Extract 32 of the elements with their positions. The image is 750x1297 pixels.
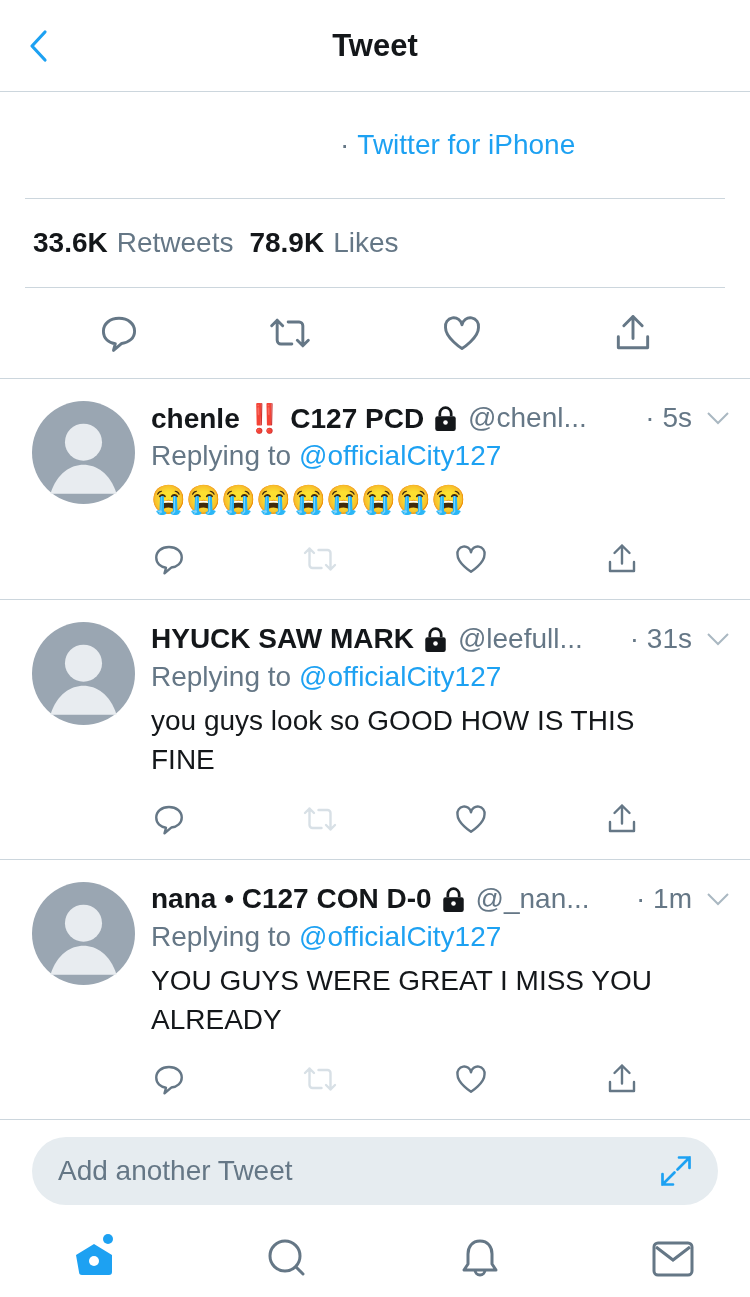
user-name[interactable]: chenle ‼ C127 PCD [151,401,425,435]
tweet-input[interactable]: Add another Tweet [56,1154,658,1188]
reply-text: you guys look so GOOD HOW IS THIS FINE [151,704,636,777]
separator-dot: · [340,129,350,161]
compose-field[interactable]: Add another Tweet [32,1137,718,1205]
reply-text: 😭😭😭😭😭😭😭😭😭 [151,483,467,517]
reply-text: YOU GUYS WERE GREAT I MISS YOU ALREADY [151,964,653,1037]
stat-count: 78.9K [249,227,325,259]
user-name[interactable]: nana • C127 CON D-0 [151,883,432,915]
avatar[interactable] [32,622,135,725]
replying-label: Replying to [151,440,292,472]
avatar[interactable] [32,882,135,985]
avatar[interactable] [32,401,135,504]
page-title: Tweet [332,27,418,64]
user-name[interactable]: HYUCK SAW MARK [151,623,414,655]
mention-link[interactable]: @officialCity127 [299,661,502,693]
timestamp: · 1m [636,883,692,915]
back-icon[interactable] [28,29,48,63]
stat-label[interactable]: Likes [333,227,399,259]
replying-label: Replying to [151,921,292,953]
replying-label: Replying to [151,661,292,693]
client-link[interactable]: Twitter for iPhone [357,129,576,161]
stat-label[interactable]: Retweets [116,227,234,259]
user-handle: @leefull... [457,623,583,655]
user-handle: @chenl... [468,402,587,434]
mention-link[interactable]: @officialCity127 [299,440,502,472]
user-handle: @_nan... [475,883,590,915]
timestamp: · 5s [645,402,692,434]
timestamp: · 31s [629,623,692,655]
stat-count: 33.6K [33,227,108,259]
expand-icon[interactable] [658,1153,694,1189]
mention-link[interactable]: @officialCity127 [299,921,502,953]
